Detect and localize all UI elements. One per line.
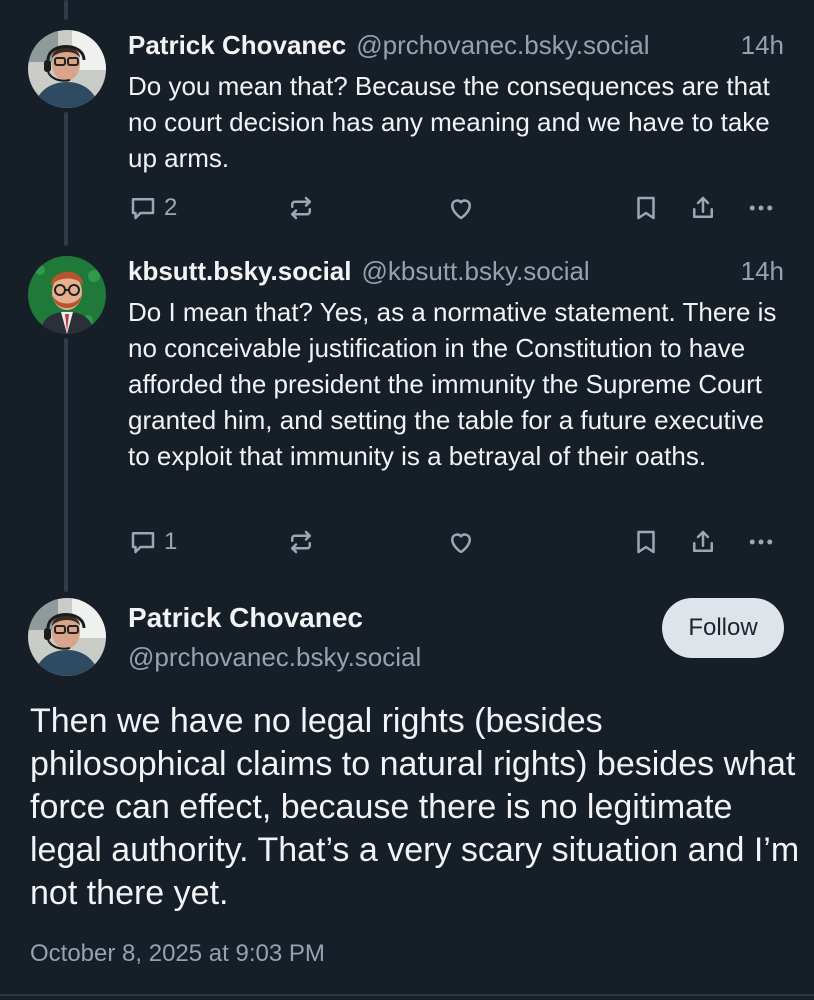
post-header: kbsutt.bsky.social @kbsutt.bsky.social 1…	[128, 256, 784, 290]
divider	[0, 994, 814, 996]
post-time[interactable]: 14h	[741, 30, 784, 61]
heart-icon	[451, 533, 471, 554]
heart-icon	[451, 199, 471, 220]
repost-button[interactable]	[286, 524, 316, 560]
author-name[interactable]: Patrick Chovanec	[128, 30, 346, 61]
post-text: Do I mean that? Yes, as a normative stat…	[128, 297, 777, 471]
patrick-avatar[interactable]	[28, 30, 106, 108]
like-button[interactable]	[446, 190, 476, 226]
repost-button[interactable]	[286, 190, 316, 226]
bookmark-icon	[637, 530, 655, 554]
main-author-name[interactable]: Patrick Chovanec	[128, 602, 363, 634]
reply-button[interactable]: 2	[128, 190, 177, 226]
reply-count: 1	[164, 528, 178, 555]
thread-line	[64, 112, 68, 246]
author-handle[interactable]: @prchovanec.bsky.social	[356, 30, 649, 61]
kbsutt-avatar[interactable]	[28, 256, 106, 334]
bookmark-button[interactable]	[631, 190, 661, 226]
author-handle[interactable]: @kbsutt.bsky.social	[362, 256, 590, 287]
share-icon	[693, 196, 713, 218]
more-button[interactable]	[746, 190, 776, 226]
post-time[interactable]: 14h	[741, 256, 784, 287]
follow-button[interactable]: Follow	[662, 598, 784, 658]
post-timestamp: October 8, 2025 at 9:03 PM	[30, 940, 325, 967]
more-button[interactable]	[746, 524, 776, 560]
main-post-text: Then we have no legal rights (besides ph…	[30, 702, 800, 912]
repost-icon	[291, 530, 311, 554]
reply-button[interactable]: 1	[128, 524, 177, 560]
reply-icon	[131, 532, 155, 554]
reply-count: 2	[164, 194, 178, 221]
post-text: Do you mean that? Because the consequenc…	[128, 71, 770, 173]
thread-line	[64, 0, 68, 20]
thread-line	[64, 338, 68, 592]
share-icon	[693, 530, 713, 552]
share-button[interactable]	[688, 190, 718, 226]
bookmark-button[interactable]	[631, 524, 661, 560]
post-header: Patrick Chovanec @prchovanec.bsky.social…	[128, 30, 784, 64]
more-icon	[749, 205, 773, 211]
post-actions: 2	[128, 190, 788, 226]
author-name[interactable]: kbsutt.bsky.social	[128, 256, 352, 287]
reply-icon	[131, 198, 155, 220]
share-button[interactable]	[688, 524, 718, 560]
more-icon	[749, 539, 773, 545]
main-author-handle[interactable]: @prchovanec.bsky.social	[128, 642, 421, 673]
repost-icon	[291, 196, 311, 220]
patrick-avatar[interactable]	[28, 598, 106, 676]
bookmark-icon	[637, 196, 655, 220]
post-actions: 1	[128, 524, 788, 560]
like-button[interactable]	[446, 524, 476, 560]
